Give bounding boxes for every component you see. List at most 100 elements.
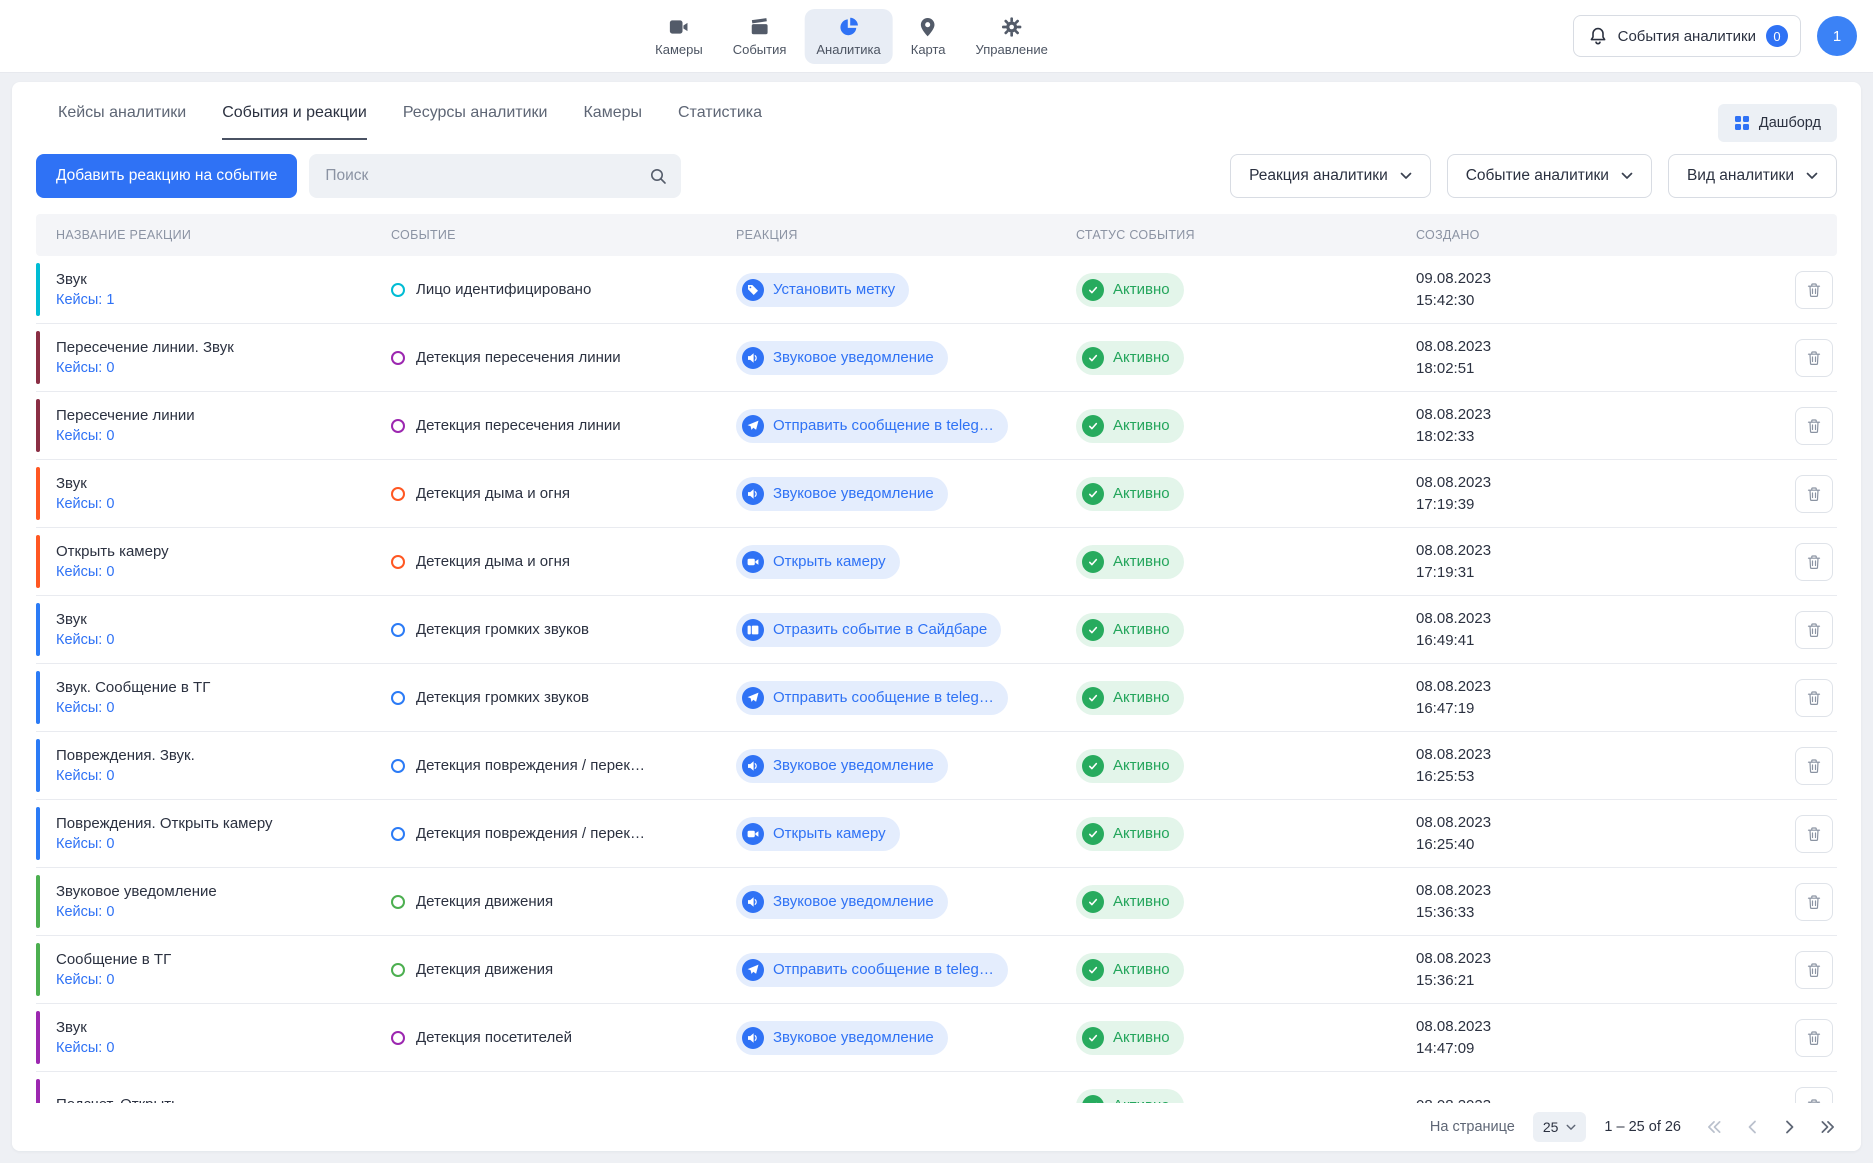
event-cell: Детекция движения <box>391 893 736 910</box>
tab-events-and-reactions[interactable]: События и реакции <box>222 104 367 140</box>
delete-button[interactable] <box>1795 271 1833 309</box>
add-reaction-button[interactable]: Добавить реакцию на событие <box>36 154 297 198</box>
reaction-pill[interactable]: Звуковое уведомление <box>736 1021 948 1055</box>
reaction-pill[interactable]: Отразить событие в Сайдбаре <box>736 613 1001 647</box>
table-row[interactable]: Повреждения. Открыть камеру Кейсы: 0 Дет… <box>36 800 1837 868</box>
actions-cell <box>1781 407 1837 445</box>
event-type-icon <box>391 827 405 841</box>
search-input[interactable] <box>309 154 681 198</box>
created-time: 16:25:53 <box>1416 766 1781 788</box>
nav-item-cameras[interactable]: Камеры <box>643 9 715 64</box>
filter-analytics-type[interactable]: Вид аналитики <box>1668 154 1837 198</box>
tab-cameras[interactable]: Камеры <box>583 104 642 140</box>
table-row[interactable]: Повреждения. Звук. Кейсы: 0 Детекция пов… <box>36 732 1837 800</box>
table-row[interactable]: Звук Кейсы: 0 Детекция громких звуков От… <box>36 596 1837 664</box>
reaction-pill[interactable]: Открыть камеру <box>736 817 900 851</box>
reaction-pill[interactable]: Звуковое уведомление <box>736 477 948 511</box>
delete-button[interactable] <box>1795 543 1833 581</box>
reaction-cell: Звуковое уведомление <box>736 341 1076 375</box>
chevron-down-icon <box>1566 1124 1576 1131</box>
per-page-label: На странице <box>1430 1119 1515 1135</box>
reaction-pill[interactable]: Звуковое уведомление <box>736 749 948 783</box>
reaction-pill[interactable]: Открыть камеру <box>736 545 900 579</box>
delete-button[interactable] <box>1795 883 1833 921</box>
status-label: Активно <box>1113 1097 1170 1103</box>
delete-button[interactable] <box>1795 339 1833 377</box>
nav-item-analytics[interactable]: Аналитика <box>804 9 892 64</box>
filter-label: Событие аналитики <box>1466 167 1609 185</box>
nav-item-management[interactable]: Управление <box>964 9 1060 64</box>
filter-label: Вид аналитики <box>1687 167 1794 185</box>
delete-button[interactable] <box>1795 407 1833 445</box>
reaction-pill[interactable]: Звуковое уведомление <box>736 341 948 375</box>
filter-analytics-event[interactable]: Событие аналитики <box>1447 154 1652 198</box>
prev-page-button[interactable] <box>1748 1120 1758 1134</box>
table-row[interactable]: Подсчет. Открыть Активно 08.08.2023 <box>36 1072 1837 1103</box>
delete-button[interactable] <box>1795 747 1833 785</box>
cases-link[interactable]: Кейсы: 0 <box>56 768 114 784</box>
table-row[interactable]: Звук. Сообщение в ТГ Кейсы: 0 Детекция г… <box>36 664 1837 732</box>
speaker-icon <box>742 347 764 369</box>
nav-item-map[interactable]: Карта <box>899 9 958 64</box>
tab-analytics-resources[interactable]: Ресурсы аналитики <box>403 104 548 140</box>
created-cell: 08.08.2023 18:02:33 <box>1416 404 1781 448</box>
delete-button[interactable] <box>1795 1087 1833 1104</box>
cases-link[interactable]: Кейсы: 0 <box>56 1040 114 1056</box>
event-type-icon <box>391 351 405 365</box>
table-row[interactable]: Открыть камеру Кейсы: 0 Детекция дыма и … <box>36 528 1837 596</box>
cases-link[interactable]: Кейсы: 1 <box>56 292 114 308</box>
event-cell: Детекция повреждения / перек… <box>391 825 736 842</box>
delete-button[interactable] <box>1795 951 1833 989</box>
filter-analytics-reaction[interactable]: Реакция аналитики <box>1230 154 1431 198</box>
cases-link[interactable]: Кейсы: 0 <box>56 700 114 716</box>
status-label: Активно <box>1113 553 1170 570</box>
status-cell: Активно <box>1076 341 1416 375</box>
table-row[interactable]: Сообщение в ТГ Кейсы: 0 Детекция движени… <box>36 936 1837 1004</box>
next-page-button[interactable] <box>1784 1120 1794 1134</box>
delete-button[interactable] <box>1795 1019 1833 1057</box>
user-avatar[interactable]: 1 <box>1817 16 1857 56</box>
trash-icon <box>1806 622 1822 638</box>
cases-link[interactable]: Кейсы: 0 <box>56 972 114 988</box>
last-page-button[interactable] <box>1820 1120 1835 1134</box>
actions-cell <box>1781 611 1837 649</box>
dashboard-button[interactable]: Дашборд <box>1718 104 1837 142</box>
actions-cell <box>1781 679 1837 717</box>
analytics-events-button[interactable]: События аналитики 0 <box>1573 15 1801 57</box>
cases-link[interactable]: Кейсы: 0 <box>56 496 114 512</box>
tab-statistics[interactable]: Статистика <box>678 104 762 140</box>
col-header-created: СОЗДАНО <box>1416 228 1781 242</box>
first-page-button[interactable] <box>1707 1120 1722 1134</box>
nav-item-events[interactable]: События <box>721 9 799 64</box>
row-accent-bar <box>36 535 40 588</box>
delete-button[interactable] <box>1795 475 1833 513</box>
reaction-pill[interactable]: Отправить сообщение в teleg… <box>736 409 1008 443</box>
table-row[interactable]: Звук Кейсы: 0 Детекция посетителей Звуко… <box>36 1004 1837 1072</box>
table-row[interactable]: Пересечение линии Кейсы: 0 Детекция пере… <box>36 392 1837 460</box>
row-accent-bar <box>36 739 40 792</box>
reaction-cell: Установить метку <box>736 273 1076 307</box>
created-date: 08.08.2023 <box>1416 1016 1781 1038</box>
table-row[interactable]: Звук Кейсы: 1 Лицо идентифицировано Уста… <box>36 256 1837 324</box>
reaction-pill[interactable]: Отправить сообщение в teleg… <box>736 681 1008 715</box>
table-row[interactable]: Пересечение линии. Звук Кейсы: 0 Детекци… <box>36 324 1837 392</box>
tab-analytics-cases[interactable]: Кейсы аналитики <box>58 104 186 140</box>
reaction-pill[interactable]: Отправить сообщение в teleg… <box>736 953 1008 987</box>
per-page-select[interactable]: 25 <box>1533 1112 1587 1142</box>
delete-button[interactable] <box>1795 679 1833 717</box>
event-name: Детекция громких звуков <box>416 621 589 638</box>
cases-link[interactable]: Кейсы: 0 <box>56 360 114 376</box>
cases-link[interactable]: Кейсы: 0 <box>56 836 114 852</box>
cases-link[interactable]: Кейсы: 0 <box>56 904 114 920</box>
cases-link[interactable]: Кейсы: 0 <box>56 564 114 580</box>
delete-button[interactable] <box>1795 611 1833 649</box>
reaction-pill[interactable]: Звуковое уведомление <box>736 885 948 919</box>
table-row[interactable]: Звук Кейсы: 0 Детекция дыма и огня Звуко… <box>36 460 1837 528</box>
cases-link[interactable]: Кейсы: 0 <box>56 632 114 648</box>
cases-link[interactable]: Кейсы: 0 <box>56 428 114 444</box>
reaction-name: Пересечение линии <box>56 407 391 424</box>
event-cell: Детекция дыма и огня <box>391 485 736 502</box>
table-row[interactable]: Звуковое уведомление Кейсы: 0 Детекция д… <box>36 868 1837 936</box>
reaction-pill[interactable]: Установить метку <box>736 273 909 307</box>
delete-button[interactable] <box>1795 815 1833 853</box>
